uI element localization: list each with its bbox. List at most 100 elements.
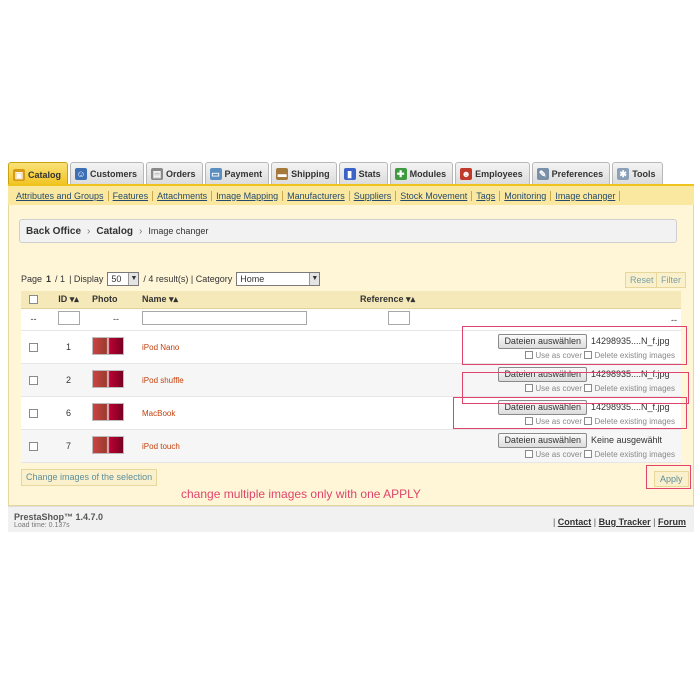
chevron-down-icon: ▼ (128, 273, 139, 285)
product-name[interactable]: iPod touch (142, 442, 180, 451)
contact-link[interactable]: Contact (558, 517, 592, 527)
column-reference[interactable]: Reference ▾▴ (359, 291, 681, 309)
product-name[interactable]: iPod Nano (142, 343, 179, 352)
customers-icon: ☺ (75, 167, 88, 180)
product-thumbnail (92, 435, 124, 454)
filter-dash: -- (21, 308, 46, 331)
product-thumbnail (92, 336, 124, 355)
list-toolbar: Page 1 / 1 | Display 50 ▼ / 4 result(s) … (21, 271, 679, 287)
annotation-note: change multiple images only with one APP… (181, 487, 421, 501)
breadcrumb-image-changer: Image changer (148, 226, 209, 236)
bug-tracker-link[interactable]: Bug Tracker (599, 517, 651, 527)
content-area: Back Office › Catalog › Image changer Pa… (8, 205, 694, 506)
chevron-right-icon: › (87, 225, 91, 237)
submenu-attachments[interactable]: Attachments (153, 190, 213, 201)
product-thumbnail (92, 402, 124, 421)
name-filter-input[interactable] (142, 311, 307, 325)
table-row[interactable]: 7 iPod touch Dateien auswählen Keine ausg… (21, 429, 681, 463)
submenu-tags[interactable]: Tags (472, 190, 501, 201)
submenu-manufacturers[interactable]: Manufacturers (283, 190, 350, 201)
image-upload-cell: Dateien auswählen Keine ausgewählt Use as… (359, 429, 681, 463)
footer-brand: PrestaShop™ 1.4.7.0 (14, 512, 104, 522)
row-checkbox[interactable] (29, 441, 38, 451)
submenu-monitoring[interactable]: Monitoring (500, 190, 552, 201)
use-as-cover-checkbox[interactable] (525, 450, 534, 459)
product-name[interactable]: MacBook (142, 409, 175, 418)
tab-catalog[interactable]: ▣ Catalog (8, 162, 69, 186)
submenu-features[interactable]: Features (109, 190, 154, 201)
column-id[interactable]: ID ▾▴ (46, 291, 91, 309)
employees-icon: ☻ (460, 167, 473, 180)
footer: PrestaShop™ 1.4.7.0 Load time: 0.137s | … (8, 506, 694, 532)
tab-stats[interactable]: ▮ Stats (338, 162, 388, 184)
row-checkbox[interactable] (29, 342, 38, 352)
breadcrumb: Back Office › Catalog › Image changer (19, 219, 677, 243)
display-select[interactable]: 50 ▼ (107, 272, 140, 286)
row-checkbox[interactable] (29, 408, 38, 418)
preferences-icon: ✎ (536, 167, 549, 180)
delete-existing-checkbox[interactable] (584, 450, 593, 459)
apply-button[interactable]: Apply (654, 471, 689, 487)
submenu-image-changer[interactable]: Image changer (551, 190, 621, 201)
highlight-box (453, 397, 687, 429)
tab-modules[interactable]: ✚ Modules (389, 162, 454, 184)
orders-icon: ▤ (151, 167, 164, 180)
catalog-submenu: Attributes and Groups Features Attachmen… (8, 184, 694, 205)
selected-file-name: Keine ausgewählt (591, 434, 663, 445)
payment-icon: ▭ (209, 167, 222, 180)
column-name[interactable]: Name ▾▴ (141, 291, 359, 309)
tab-orders[interactable]: ▤ Orders (146, 162, 203, 184)
page-total: / 1 (55, 274, 66, 284)
filter-dash: -- (671, 314, 677, 325)
filter-dash: -- (91, 308, 141, 331)
column-photo: Photo (91, 291, 141, 309)
catalog-icon: ▣ (13, 168, 25, 181)
main-tabs: ▣ Catalog ☺ Customers ▤ Orders ▭ Payment… (8, 162, 663, 186)
select-all-header (21, 291, 46, 309)
results-count: / 4 result(s) | Category (143, 274, 233, 284)
id-filter-input[interactable] (57, 311, 80, 325)
row-checkbox[interactable] (29, 375, 38, 385)
display-label: | Display (69, 274, 104, 284)
choose-file-button[interactable]: Dateien auswählen (498, 432, 587, 448)
category-select[interactable]: Home ▼ (236, 272, 321, 286)
product-name[interactable]: iPod shuffle (142, 376, 184, 385)
product-id: 6 (46, 396, 91, 430)
page-current: 1 (46, 274, 52, 284)
product-id: 2 (46, 363, 91, 397)
forum-link[interactable]: Forum (658, 517, 686, 527)
filter-button[interactable]: Filter (656, 272, 686, 288)
tab-shipping[interactable]: ▬ Shipping (271, 162, 337, 184)
product-id: 1 (46, 330, 91, 364)
page-label: Page (21, 274, 43, 284)
tab-tools[interactable]: ✱ Tools (612, 162, 663, 184)
load-time: Load time: 0.137s (14, 522, 70, 529)
admin-window: ▣ Catalog ☺ Customers ▤ Orders ▭ Payment… (6, 159, 694, 536)
reset-button[interactable]: Reset (625, 272, 659, 288)
submenu-suppliers[interactable]: Suppliers (350, 190, 397, 201)
product-id: 7 (46, 429, 91, 463)
submenu-stock-movement[interactable]: Stock Movement (396, 190, 473, 201)
highlight-box (462, 326, 687, 365)
change-images-button[interactable]: Change images of the selection (21, 469, 158, 486)
breadcrumb-back-office[interactable]: Back Office (26, 226, 81, 237)
breadcrumb-catalog[interactable]: Catalog (96, 226, 133, 237)
tab-employees[interactable]: ☻ Employees (455, 162, 530, 184)
chevron-right-icon: › (139, 225, 143, 237)
tab-customers[interactable]: ☺ Customers (70, 162, 145, 184)
chevron-down-icon: ▼ (309, 273, 320, 285)
shipping-icon: ▬ (276, 167, 289, 180)
product-thumbnail (92, 369, 124, 388)
select-all-checkbox[interactable] (29, 295, 38, 305)
tab-preferences[interactable]: ✎ Preferences (531, 162, 611, 184)
modules-icon: ✚ (394, 167, 407, 180)
sort-arrows-icon: ▾▴ (406, 293, 416, 304)
tab-payment[interactable]: ▭ Payment (204, 162, 270, 184)
sort-arrows-icon: ▾▴ (69, 293, 79, 304)
submenu-attributes-and-groups[interactable]: Attributes and Groups (12, 190, 109, 201)
reference-filter-input[interactable] (388, 311, 410, 325)
footer-links: | Contact | Bug Tracker | Forum (552, 517, 686, 527)
submenu-image-mapping[interactable]: Image Mapping (212, 190, 284, 201)
sort-arrows-icon: ▾▴ (169, 293, 179, 304)
tools-icon: ✱ (617, 167, 630, 180)
